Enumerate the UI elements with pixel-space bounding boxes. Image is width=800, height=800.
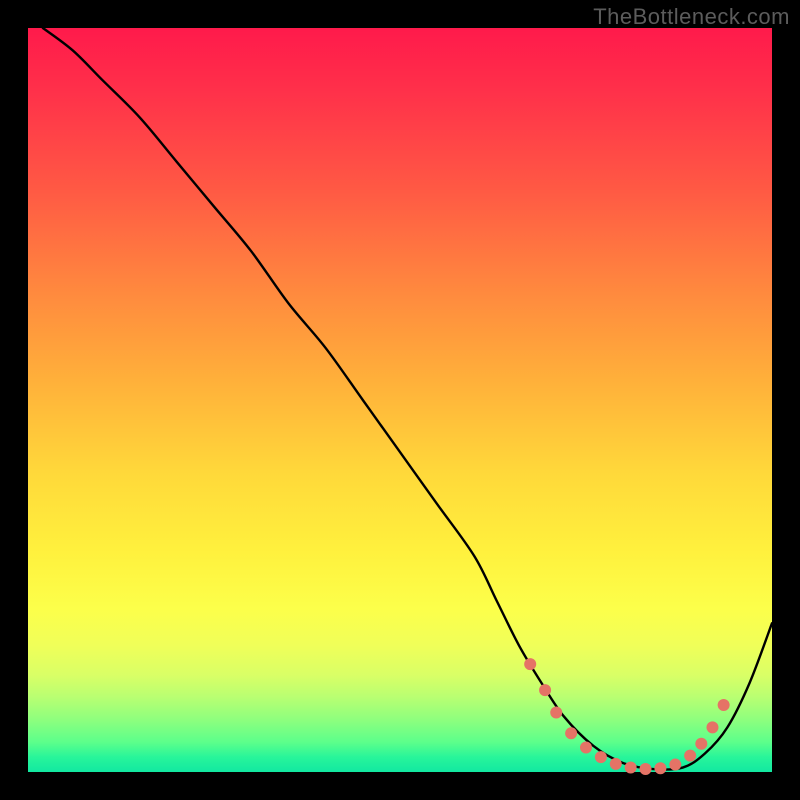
highlight-dot [610, 758, 622, 770]
highlight-dot [640, 763, 652, 775]
highlight-dot [684, 750, 696, 762]
highlight-dot [539, 684, 551, 696]
chart-frame: TheBottleneck.com [0, 0, 800, 800]
highlight-dot [625, 762, 637, 774]
highlight-dot [550, 706, 562, 718]
highlight-dot [565, 727, 577, 739]
highlight-dot [654, 762, 666, 774]
chart-svg [28, 28, 772, 772]
watermark-text: TheBottleneck.com [593, 4, 790, 30]
highlight-dot [524, 658, 536, 670]
highlight-dot [706, 721, 718, 733]
highlight-dot [580, 741, 592, 753]
highlight-dot [595, 751, 607, 763]
bottleneck-curve [43, 28, 772, 770]
highlight-dot [695, 738, 707, 750]
highlight-dot [669, 759, 681, 771]
highlight-dot [718, 699, 730, 711]
plot-area [28, 28, 772, 772]
